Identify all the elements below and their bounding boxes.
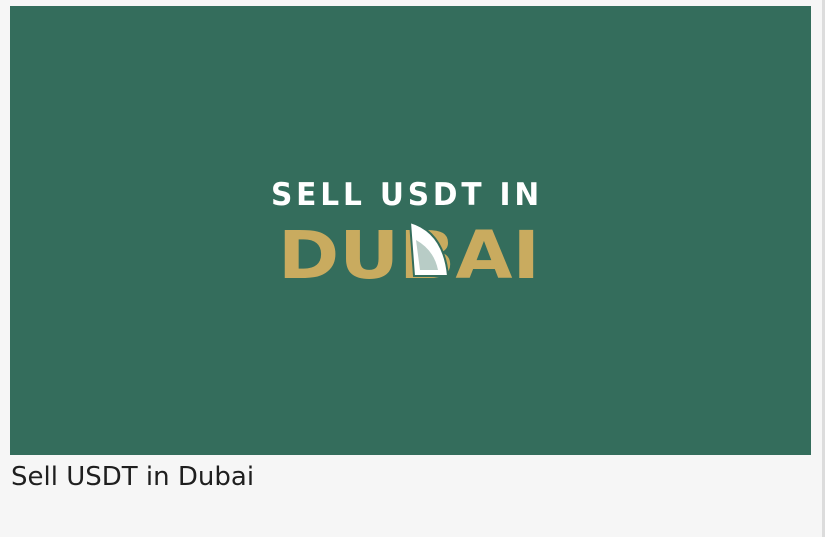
logo-line-1: SELL USDT IN xyxy=(271,177,543,213)
featured-image[interactable]: SELL USDT IN DUBAI xyxy=(10,6,811,455)
post-title-link[interactable]: Sell USDT in Dubai xyxy=(11,462,254,492)
logo-line-2: DUBAI xyxy=(278,217,540,294)
article-card[interactable]: SELL USDT IN DUBAI xyxy=(10,6,811,455)
sell-usdt-dubai-logo: SELL USDT IN DUBAI xyxy=(271,177,543,294)
